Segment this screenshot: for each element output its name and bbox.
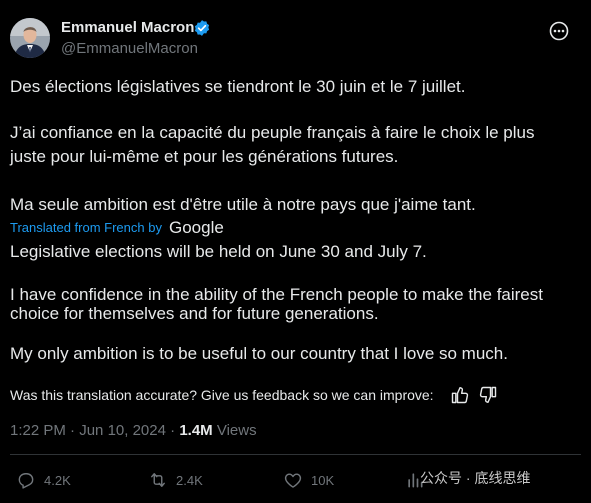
- original-paragraph-2-line-1: J’ai confiance en la capacité du peuple …: [10, 123, 535, 142]
- author-handle[interactable]: @EmmanuelMacron: [61, 40, 198, 57]
- tweet-time[interactable]: 1:22 PM: [10, 422, 66, 439]
- tweet-meta: 1:22 PM · Jun 10, 2024 · 1.4M Views: [10, 422, 257, 439]
- verified-badge-icon: [193, 19, 211, 37]
- wechat-watermark: 公众号 · 底线思维: [420, 470, 531, 486]
- translated-paragraph-1: Legislative elections will be held on Ju…: [10, 242, 427, 261]
- reply-count: 4.2K: [44, 472, 71, 488]
- meta-separator: ·: [65, 422, 80, 439]
- author-name[interactable]: Emmanuel Macron: [61, 19, 194, 36]
- retweet-count: 2.4K: [176, 472, 203, 488]
- views-label: Views: [216, 422, 257, 439]
- meta-separator-2: ·: [165, 422, 180, 439]
- views-count: 1.4M: [179, 422, 213, 439]
- original-paragraph-3: Ma seule ambition est d'être utile à not…: [10, 195, 476, 214]
- translated-paragraph-3: My only ambition is to be useful to our …: [10, 344, 508, 363]
- translated-paragraph-2-line-2: choice for themselves and for future gen…: [10, 304, 379, 323]
- avatar[interactable]: [10, 18, 50, 58]
- thumb-up-icon[interactable]: [450, 385, 470, 405]
- reply-icon: [18, 473, 34, 489]
- thumb-down-icon[interactable]: [478, 385, 498, 405]
- google-logo: Google: [169, 218, 224, 237]
- translation-feedback-text: Was this translation accurate? Give us f…: [10, 387, 434, 403]
- original-paragraph-1: Des élections législatives se tiendront …: [10, 77, 466, 96]
- retweet-icon: [151, 473, 165, 487]
- tweet: Emmanuel Macron @EmmanuelMacron Des élec…: [0, 0, 591, 503]
- tweet-date[interactable]: Jun 10, 2024: [79, 422, 166, 439]
- like-button[interactable]: 10K: [283, 470, 334, 490]
- divider: [10, 454, 581, 455]
- retweet-button[interactable]: 2.4K: [148, 470, 203, 490]
- translated-from-label[interactable]: Translated from French by: [10, 220, 162, 235]
- original-paragraph-2-line-2: juste pour lui-même et pour les générati…: [10, 147, 399, 166]
- like-icon: [284, 473, 302, 488]
- like-count: 10K: [311, 472, 335, 488]
- more-options-icon[interactable]: [549, 21, 569, 41]
- reply-button[interactable]: 4.2K: [16, 470, 71, 490]
